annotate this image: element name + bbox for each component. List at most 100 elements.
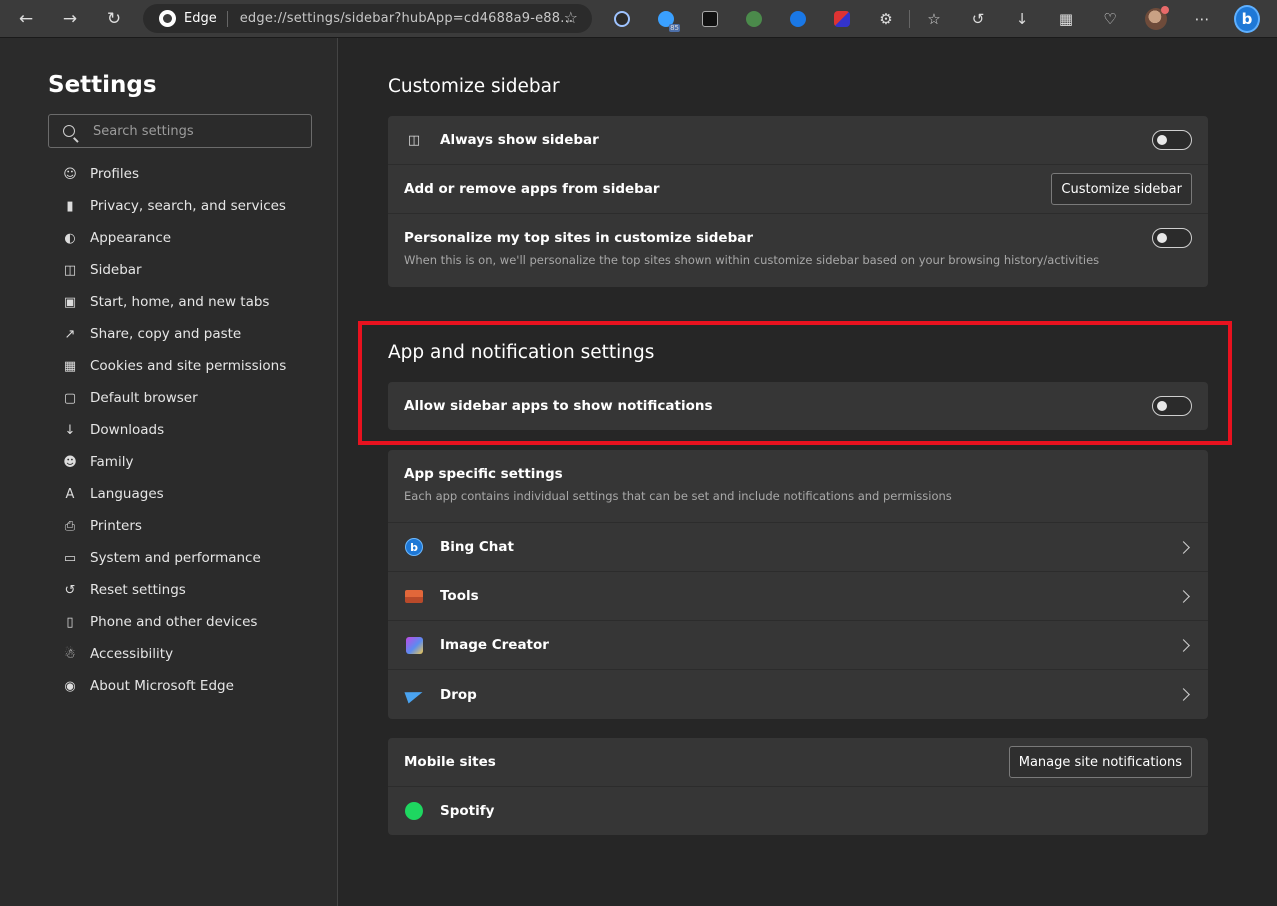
share-icon: ↗: [64, 326, 76, 342]
add-favorite-icon[interactable]: ☆: [564, 8, 578, 27]
chevron-right-icon: [1177, 589, 1190, 603]
browser-icon: ▢: [63, 390, 77, 406]
sidebar-item-printers[interactable]: ⎙ Printers: [62, 510, 286, 542]
extension-button-4[interactable]: [741, 6, 767, 32]
sidebar-item-profiles[interactable]: ☺ Profiles: [62, 158, 286, 190]
address-bar[interactable]: Edge edge://settings/sidebar?hubApp=cd46…: [143, 4, 592, 33]
sidebar-item-label: Languages: [90, 486, 164, 502]
back-button[interactable]: ←: [4, 0, 48, 38]
sidebar-item-phone[interactable]: ▯ Phone and other devices: [62, 606, 286, 638]
heart-pulse-icon: ♡: [1103, 10, 1117, 28]
downloads-button[interactable]: ↓: [1009, 6, 1035, 32]
spotify-icon: [404, 801, 424, 821]
bing-chat-button[interactable]: b: [1234, 5, 1260, 33]
profile-button[interactable]: [1143, 6, 1169, 32]
address-separator: [226, 10, 228, 27]
sidebar-item-label: Start, home, and new tabs: [90, 294, 270, 310]
chevron-right-icon: [1177, 540, 1190, 554]
extension-button-1[interactable]: [609, 6, 635, 32]
sidebar-item-default-browser[interactable]: ▢ Default browser: [62, 382, 286, 414]
sidebar-item-label: Profiles: [90, 166, 140, 182]
browser-toolbar: ← → ↻ Edge edge://settings/sidebar?hubAp…: [0, 0, 1277, 38]
sidebar-item-label: Privacy, search, and services: [90, 198, 286, 214]
sidebar-item-label: Share, copy and paste: [90, 326, 242, 342]
sidebar-item-label: System and performance: [90, 550, 261, 566]
add-remove-apps-row: Add or remove apps from sidebar Customiz…: [388, 165, 1208, 214]
sidebar-item-family[interactable]: ☻ Family: [62, 446, 286, 478]
forward-button[interactable]: →: [48, 0, 92, 38]
extension-button-6[interactable]: [829, 6, 855, 32]
arrow-left-icon: ←: [18, 8, 34, 29]
app-name: Bing Chat: [440, 539, 514, 555]
sidebar-item-label: Cookies and site permissions: [90, 358, 287, 374]
customize-sidebar-button[interactable]: Customize sidebar: [1051, 173, 1192, 205]
cookies-icon: ▦: [63, 358, 77, 374]
profile-icon: ☺: [63, 166, 77, 182]
app-name: Drop: [440, 686, 477, 703]
sidebar-item-label: Accessibility: [90, 646, 174, 662]
palette-icon: ◐: [64, 230, 76, 246]
customize-sidebar-title: Customize sidebar: [388, 76, 560, 97]
add-remove-apps-label: Add or remove apps from sidebar: [404, 181, 660, 197]
url-text: edge://settings/sidebar?hubApp=cd4688a9-…: [239, 11, 574, 26]
sidebar-item-label: Sidebar: [90, 262, 142, 278]
extension-button-3[interactable]: [697, 6, 723, 32]
app-specific-header-row: App specific settings Each app contains …: [388, 450, 1208, 523]
highlight-box: [358, 321, 1232, 445]
collections-button[interactable]: ▦: [1053, 6, 1079, 32]
search-input[interactable]: Search settings: [48, 114, 312, 148]
sidebar-item-appearance[interactable]: ◐ Appearance: [62, 222, 286, 254]
mobile-site-row-spotify[interactable]: Spotify: [388, 787, 1208, 835]
sidebar-item-system[interactable]: ▭ System and performance: [62, 542, 286, 574]
edge-logo-icon: ◉: [64, 678, 76, 694]
more-menu-button[interactable]: ⋯: [1189, 6, 1215, 32]
refresh-button[interactable]: ↻: [92, 0, 136, 38]
performance-button[interactable]: ♡: [1097, 6, 1123, 32]
extension-icon: [746, 11, 762, 27]
page-title: Settings: [48, 72, 157, 98]
app-row-bing-chat[interactable]: b Bing Chat: [388, 523, 1208, 572]
chevron-right-icon: [1177, 688, 1190, 701]
sidebar-item-languages[interactable]: A Languages: [62, 478, 286, 510]
sidebar-item-start-home[interactable]: ▣ Start, home, and new tabs: [62, 286, 286, 318]
extension-button-2[interactable]: 85: [653, 6, 680, 32]
favorites-button[interactable]: ☆: [921, 6, 947, 32]
sidebar-item-about[interactable]: ◉ About Microsoft Edge: [62, 670, 286, 702]
manage-site-notifications-button[interactable]: Manage site notifications: [1008, 746, 1192, 778]
always-show-sidebar-toggle[interactable]: [1152, 130, 1192, 150]
site-name: Edge: [184, 11, 217, 26]
puzzle-icon: ⚙: [879, 10, 893, 28]
sidebar-icon: ◫: [407, 132, 421, 148]
extensions-button[interactable]: ⚙: [873, 6, 899, 32]
app-row-drop[interactable]: Drop: [388, 670, 1208, 719]
sidebar-item-share-copy[interactable]: ↗ Share, copy and paste: [62, 318, 286, 350]
personalize-top-sites-toggle[interactable]: [1152, 228, 1192, 248]
more-icon: ⋯: [1194, 10, 1210, 28]
image-creator-icon: [404, 635, 424, 655]
chevron-right-icon: [1177, 638, 1190, 652]
bing-icon: b: [1234, 5, 1260, 33]
paper-plane-icon: [403, 685, 425, 705]
languages-icon: A: [65, 486, 75, 502]
sidebar-item-privacy[interactable]: ▮ Privacy, search, and services: [62, 190, 286, 222]
extension-icon: [702, 11, 718, 27]
family-icon: ☻: [63, 454, 77, 470]
app-row-image-creator[interactable]: Image Creator: [388, 621, 1208, 670]
refresh-icon: ↻: [106, 8, 122, 29]
settings-sidebar: Settings Search settings ☺ Profiles ▮ Priv…: [0, 38, 338, 906]
history-button[interactable]: ↺: [965, 6, 991, 32]
personalize-text: Personalize my top sites in customize si…: [404, 230, 1099, 267]
sidebar-item-reset[interactable]: ↺ Reset settings: [62, 574, 286, 606]
history-icon: ↺: [971, 10, 985, 28]
favorites-icon: ☆: [927, 10, 941, 28]
lock-icon: ▮: [66, 198, 74, 214]
nav-list: ☺ Profiles ▮ Privacy, search, and services…: [62, 158, 286, 702]
sidebar-item-accessibility[interactable]: ☃ Accessibility: [62, 638, 286, 670]
sidebar-item-cookies[interactable]: ▦ Cookies and site permissions: [62, 350, 286, 382]
app-row-tools[interactable]: Tools: [388, 572, 1208, 621]
sidebar-item-downloads[interactable]: ↓ Downloads: [62, 414, 286, 446]
sidebar-item-sidebar[interactable]: ◫ Sidebar: [62, 254, 286, 286]
arrow-right-icon: →: [62, 8, 78, 29]
extension-button-5[interactable]: [785, 6, 811, 32]
search-placeholder: Search settings: [93, 123, 194, 139]
